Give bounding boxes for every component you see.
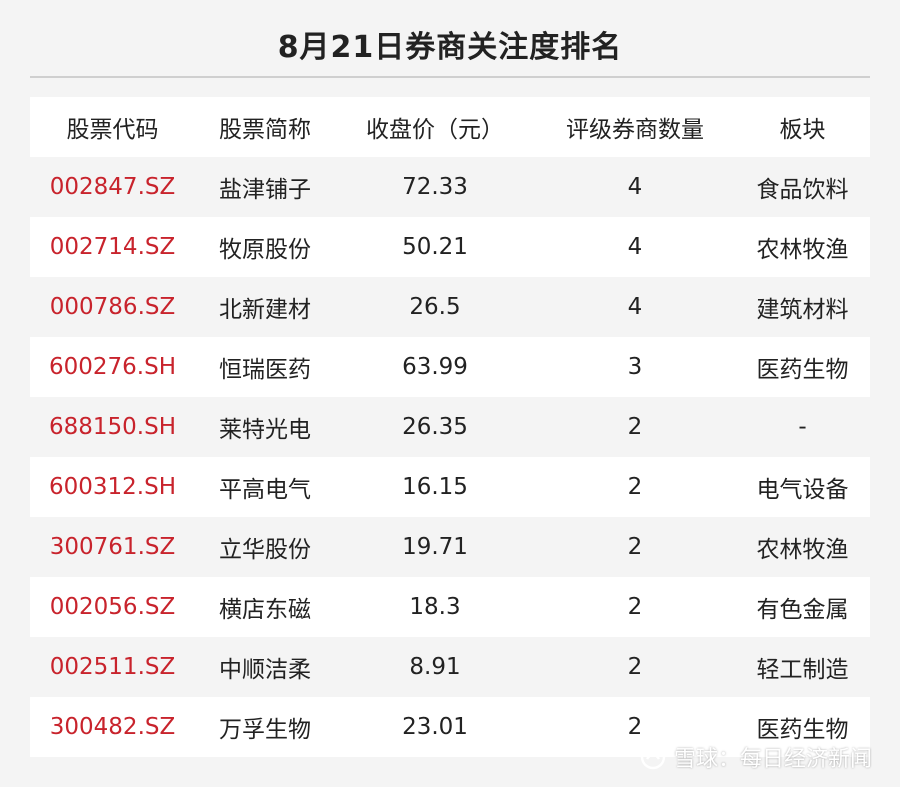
stock-name-cell: 北新建材 [195, 277, 335, 337]
broker-count-cell: 4 [535, 277, 735, 337]
broker-ranking-table: 股票代码 股票简称 收盘价（元） 评级券商数量 板块 002847.SZ 盐津铺子… [30, 97, 870, 757]
broker-count-cell: 2 [535, 397, 735, 457]
close-price-cell: 18.3 [335, 577, 535, 637]
close-price-cell: 8.91 [335, 637, 535, 697]
table-header-row: 股票代码 股票简称 收盘价（元） 评级券商数量 板块 [30, 97, 870, 157]
broker-count-cell: 2 [535, 577, 735, 637]
sector-cell: 农林牧渔 [735, 517, 870, 577]
sector-cell: 建筑材料 [735, 277, 870, 337]
stock-code-cell: 002714.SZ [30, 217, 195, 277]
table-row: 300761.SZ 立华股份 19.71 2 农林牧渔 [30, 517, 870, 577]
header-close-price: 收盘价（元） [335, 97, 535, 157]
header-stock-code: 股票代码 [30, 97, 195, 157]
sector-cell: 轻工制造 [735, 637, 870, 697]
table-row: 688150.SH 莱特光电 26.35 2- [30, 397, 870, 457]
table-row: 000786.SZ 北新建材 26.5 4 建筑材料 [30, 277, 870, 337]
stock-name-cell: 恒瑞医药 [195, 337, 335, 397]
stock-code-cell: 002056.SZ [30, 577, 195, 637]
stock-name-cell: 平高电气 [195, 457, 335, 517]
stock-name-cell: 横店东磁 [195, 577, 335, 637]
close-price-cell: 26.5 [335, 277, 535, 337]
broker-count-cell: 3 [535, 337, 735, 397]
stock-name-cell: 立华股份 [195, 517, 335, 577]
header-stock-name: 股票简称 [195, 97, 335, 157]
sector-cell: - [735, 397, 870, 457]
sector-cell: 有色金属 [735, 577, 870, 637]
table-row: 600276.SH 恒瑞医药 63.99 3 医药生物 [30, 337, 870, 397]
stock-name-cell: 中顺洁柔 [195, 637, 335, 697]
broker-count-cell: 4 [535, 157, 735, 217]
table-row: 002714.SZ 牧原股份 50.21 4 农林牧渔 [30, 217, 870, 277]
stock-code-cell: 000786.SZ [30, 277, 195, 337]
sector-cell: 农林牧渔 [735, 217, 870, 277]
stock-code-cell: 688150.SH [30, 397, 195, 457]
sector-cell: 电气设备 [735, 457, 870, 517]
stock-code-cell: 002847.SZ [30, 157, 195, 217]
stock-code-cell: 300761.SZ [30, 517, 195, 577]
stock-name-cell: 万孚生物 [195, 697, 335, 757]
sector-cell: 医药生物 [735, 337, 870, 397]
stock-name-cell: 牧原股份 [195, 217, 335, 277]
header-broker-count: 评级券商数量 [535, 97, 735, 157]
snowball-watermark: 雪球：每日经济新闻 [640, 741, 872, 773]
stock-code-cell: 600276.SH [30, 337, 195, 397]
table-row: 002056.SZ 横店东磁 18.3 2 有色金属 [30, 577, 870, 637]
snowball-logo-icon [640, 744, 666, 770]
stock-code-cell: 600312.SH [30, 457, 195, 517]
broker-count-cell: 4 [535, 217, 735, 277]
broker-count-cell: 2 [535, 637, 735, 697]
broker-count-cell: 2 [535, 457, 735, 517]
ranking-page: 8月21日券商关注度排名 股票代码 股票简称 收盘价（元） 评级券商数量 板块 … [0, 0, 900, 787]
close-price-cell: 23.01 [335, 697, 535, 757]
close-price-cell: 19.71 [335, 517, 535, 577]
close-price-cell: 72.33 [335, 157, 535, 217]
table-row: 600312.SH 平高电气 16.15 2 电气设备 [30, 457, 870, 517]
close-price-cell: 50.21 [335, 217, 535, 277]
header-sector: 板块 [735, 97, 870, 157]
title-divider [30, 76, 870, 78]
watermark-footer-text: 雪球：每日经济新闻 [673, 747, 872, 772]
broker-count-cell: 2 [535, 517, 735, 577]
sector-cell: 食品饮料 [735, 157, 870, 217]
stock-code-cell: 002511.SZ [30, 637, 195, 697]
table-row: 002511.SZ 中顺洁柔 8.91 2 轻工制造 [30, 637, 870, 697]
table-row: 002847.SZ 盐津铺子 72.33 4 食品饮料 [30, 157, 870, 217]
close-price-cell: 16.15 [335, 457, 535, 517]
stock-name-cell: 莱特光电 [195, 397, 335, 457]
close-price-cell: 26.35 [335, 397, 535, 457]
stock-name-cell: 盐津铺子 [195, 157, 335, 217]
close-price-cell: 63.99 [335, 337, 535, 397]
page-title: 8月21日券商关注度排名 [277, 30, 623, 65]
stock-code-cell: 300482.SZ [30, 697, 195, 757]
